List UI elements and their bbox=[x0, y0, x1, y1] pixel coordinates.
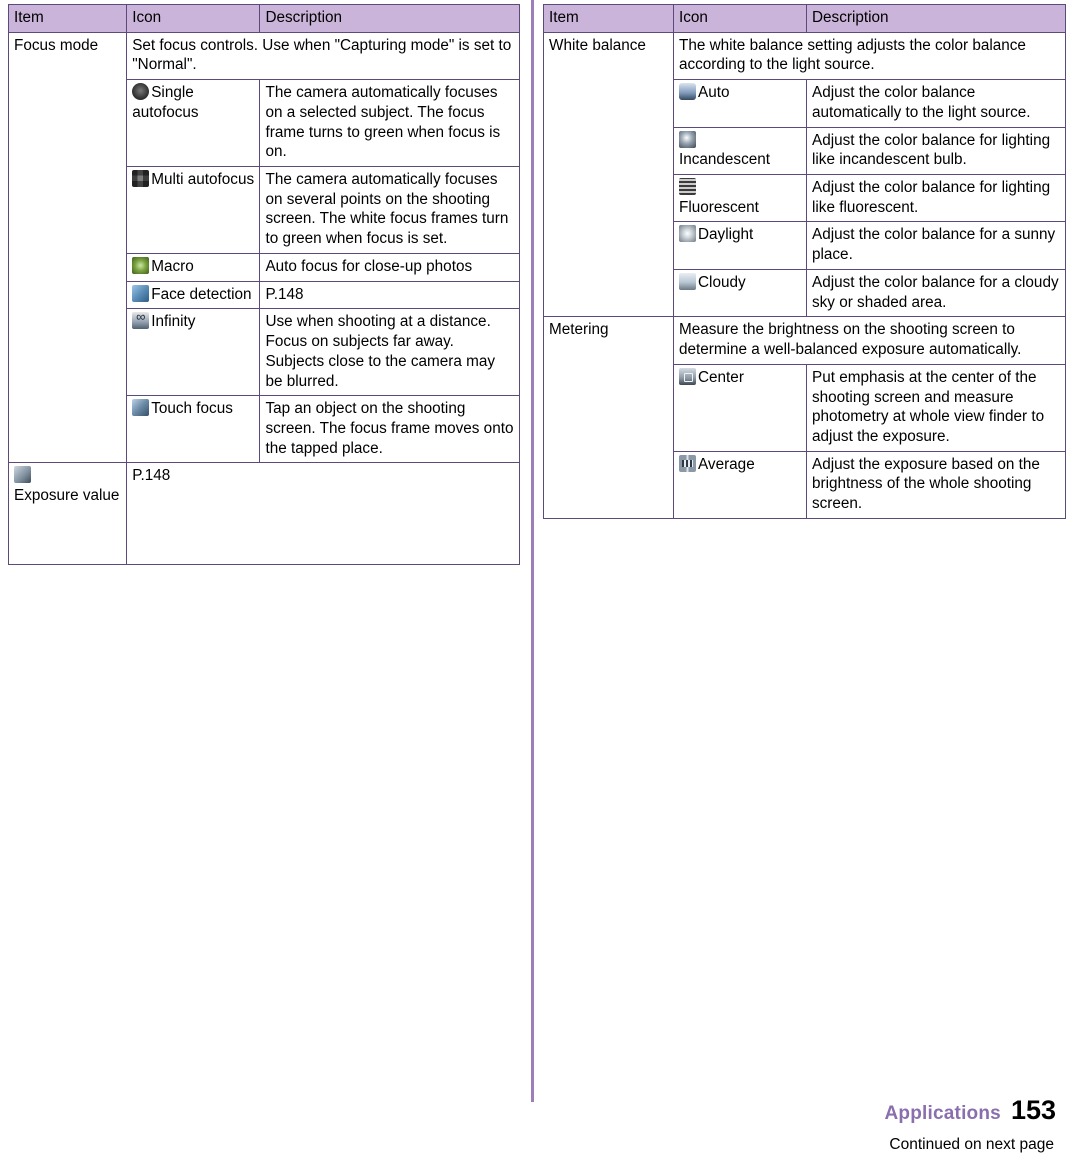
table-row: White balance The white balance setting … bbox=[543, 31, 1066, 318]
row-icon-label: Average bbox=[698, 455, 755, 473]
row-description: Tap an object on the shooting screen. Th… bbox=[259, 395, 520, 464]
row-item-exposure-value: Exposure value bbox=[7, 462, 128, 566]
row-icon-touch-focus: Touch focus bbox=[126, 395, 261, 464]
average-metering-icon bbox=[679, 454, 696, 472]
row-description: Adjust the color balance for a sunny pla… bbox=[806, 221, 1066, 270]
touch-focus-icon bbox=[132, 399, 150, 417]
row-description: Adjust the color balance for lighting li… bbox=[806, 174, 1066, 223]
continued-note: Continued on next page bbox=[889, 1136, 1054, 1153]
face-detection-icon bbox=[132, 284, 150, 302]
row-item-label: Exposure value bbox=[14, 487, 120, 505]
table-header-row: Item Icon Description bbox=[7, 4, 520, 33]
row-description: Adjust the color balance for lighting li… bbox=[806, 126, 1066, 176]
center-metering-icon bbox=[679, 367, 696, 385]
row-icon-multi-autofocus: Multi autofocus bbox=[126, 166, 261, 254]
right-column: Item Icon Description White balance The … bbox=[543, 4, 1066, 519]
row-icon-label: Macro bbox=[151, 257, 194, 275]
table-row: Exposure value P.148 bbox=[7, 462, 520, 566]
column-divider bbox=[531, 0, 534, 1102]
row-icon-label: Face detection bbox=[151, 285, 252, 303]
row-icon-auto-white-balance: Auto bbox=[673, 79, 807, 128]
multi-autofocus-icon bbox=[132, 170, 150, 188]
macro-icon bbox=[132, 256, 150, 274]
row-icon-label: Infinity bbox=[151, 313, 196, 331]
row-icon-label: Incandescent bbox=[679, 151, 770, 169]
row-description: Adjust the exposure based on the brightn… bbox=[806, 450, 1066, 519]
row-icon-label: Touch focus bbox=[151, 400, 233, 418]
row-icon-fluorescent: Fluorescent bbox=[673, 174, 807, 223]
row-icon-daylight: Daylight bbox=[673, 221, 807, 270]
row-description: The camera automatically focuses on seve… bbox=[259, 166, 520, 254]
left-column: Item Icon Description Focus mode Set foc… bbox=[7, 4, 520, 566]
row-icon-label: Fluorescent bbox=[679, 198, 759, 216]
column-header-description: Description bbox=[806, 4, 1066, 33]
row-icon-single-autofocus: Single autofocus bbox=[126, 79, 261, 168]
row-description: Adjust the color balance for a cloudy sk… bbox=[806, 268, 1066, 318]
daylight-icon bbox=[679, 225, 696, 243]
row-icon-label: Auto bbox=[698, 84, 730, 102]
cloudy-icon bbox=[679, 272, 696, 290]
row-icon-label: Daylight bbox=[698, 226, 754, 244]
row-description: Adjust the color balance automatically t… bbox=[806, 79, 1066, 128]
row-item-metering: Metering bbox=[543, 316, 674, 519]
row-description: Put emphasis at the center of the shooti… bbox=[806, 363, 1066, 452]
single-autofocus-icon bbox=[132, 83, 150, 101]
row-description: Use when shooting at a distance. Focus o… bbox=[259, 308, 520, 397]
table-header-row: Item Icon Description bbox=[543, 4, 1066, 33]
auto-white-balance-icon bbox=[679, 83, 696, 101]
page-number: 153 bbox=[1010, 1095, 1056, 1125]
row-description: Auto focus for close-up photos bbox=[259, 252, 520, 282]
white-balance-metering-table: Item Icon Description White balance The … bbox=[543, 4, 1066, 519]
column-header-icon: Icon bbox=[673, 4, 807, 33]
row-description-metering: Measure the brightness on the shooting s… bbox=[673, 316, 1066, 365]
column-header-description: Description bbox=[259, 4, 520, 33]
row-description: P.148 bbox=[259, 280, 520, 310]
manual-page: Item Icon Description Focus mode Set foc… bbox=[0, 0, 1066, 1160]
row-item-focus-mode: Focus mode bbox=[7, 31, 128, 464]
infinity-icon bbox=[132, 312, 150, 330]
fluorescent-icon bbox=[679, 178, 696, 196]
row-description: The camera automatically focuses on a se… bbox=[259, 79, 520, 168]
column-header-item: Item bbox=[543, 4, 674, 33]
focus-mode-table: Item Icon Description Focus mode Set foc… bbox=[7, 4, 520, 566]
row-description: P.148 bbox=[126, 462, 520, 566]
page-footer: Applications 153 bbox=[885, 1095, 1056, 1126]
row-icon-infinity: Infinity bbox=[126, 308, 261, 397]
row-description-focus-mode: Set focus controls. Use when "Capturing … bbox=[126, 31, 520, 81]
row-icon-label: Cloudy bbox=[698, 273, 746, 291]
row-icon-cloudy: Cloudy bbox=[673, 268, 807, 318]
footer-section-label: Applications bbox=[884, 1103, 1001, 1124]
row-icon-incandescent: Incandescent bbox=[673, 126, 807, 176]
row-item-white-balance: White balance bbox=[543, 31, 674, 318]
table-row: Metering Measure the brightness on the s… bbox=[543, 316, 1066, 519]
column-header-icon: Icon bbox=[126, 4, 261, 33]
column-header-item: Item bbox=[7, 4, 128, 33]
row-icon-face-detection: Face detection bbox=[126, 280, 261, 310]
row-icon-label: Center bbox=[698, 368, 744, 386]
exposure-value-icon bbox=[14, 466, 31, 484]
row-icon-average-metering: Average bbox=[673, 450, 807, 519]
row-icon-macro: Macro bbox=[126, 252, 261, 282]
incandescent-icon bbox=[679, 130, 696, 148]
row-description-white-balance: The white balance setting adjusts the co… bbox=[673, 31, 1066, 81]
row-icon-label: Multi autofocus bbox=[151, 171, 255, 189]
table-row: Focus mode Set focus controls. Use when … bbox=[7, 31, 520, 464]
row-icon-center-metering: Center bbox=[673, 363, 807, 452]
